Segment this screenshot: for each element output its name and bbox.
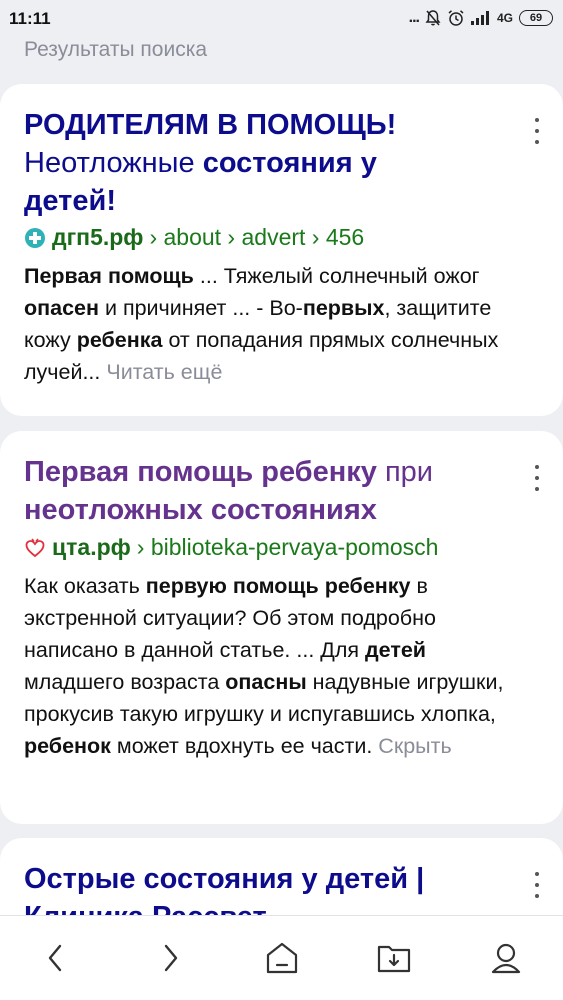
- read-more-link[interactable]: Читать ещё: [106, 360, 222, 384]
- network-type: 4G: [496, 11, 513, 25]
- downloads-folder-icon: [377, 945, 411, 973]
- bottom-navigation: [0, 915, 563, 1000]
- snippet-text: может вдохнуть ее части.: [110, 734, 379, 758]
- search-results-header: Результаты поиска: [24, 38, 208, 61]
- result-title-link[interactable]: Первая помощь ребенку при неотложных сос…: [24, 453, 484, 529]
- alarm-icon: [448, 10, 464, 26]
- snippet-highlight: Первая помощь: [24, 264, 194, 288]
- snippet-highlight: первых: [302, 296, 385, 320]
- result-snippet: Как оказать первую помощь ребенку в экст…: [24, 570, 524, 762]
- snippet-highlight: опасны: [225, 670, 307, 694]
- more-options-icon[interactable]: [533, 465, 541, 491]
- status-icons: ... 4G 69: [409, 8, 553, 28]
- result-title-link[interactable]: РОДИТЕЛЯМ В ПОМОЩЬ! Неотложные состояния…: [24, 106, 484, 220]
- status-bar: 11:11 ... 4G 69: [0, 0, 563, 38]
- search-result-card: Первая помощь ребенку при неотложных сос…: [0, 431, 563, 824]
- snippet-text: младшего возраста: [24, 670, 226, 694]
- heart-icon: [25, 538, 45, 557]
- snippet-highlight: первую помощь ребенку: [145, 574, 411, 598]
- result-url[interactable]: дгп5.рф › about › advert › 456: [24, 224, 364, 251]
- status-time: 11:11: [9, 9, 51, 28]
- medical-cross-icon: [25, 227, 45, 248]
- result-snippet: Первая помощь ... Тяжелый солнечный ожог…: [24, 260, 524, 388]
- more-options-icon[interactable]: [533, 118, 541, 144]
- result-title-line: Первая помощь ребенку: [24, 456, 385, 488]
- hide-link[interactable]: Скрыть: [378, 734, 451, 758]
- snippet-highlight: ребенок: [24, 734, 111, 758]
- notification-dots: ...: [408, 9, 420, 26]
- result-path: › about › advert › 456: [149, 224, 365, 250]
- back-arrow-icon: [48, 944, 62, 972]
- snippet-text: Как оказать: [24, 574, 146, 598]
- result-title-line: при: [384, 456, 433, 488]
- snippet-highlight: опасен: [24, 296, 99, 320]
- result-title-line: Неотложные: [24, 147, 203, 179]
- search-result-card: РОДИТЕЛЯМ В ПОМОЩЬ! Неотложные состояния…: [0, 84, 563, 416]
- result-title-line: Острые состояния у детей |: [24, 863, 425, 895]
- result-title-line: РОДИТЕЛЯМ В ПОМОЩЬ!: [24, 109, 397, 141]
- result-title-line: состояния у: [202, 147, 377, 179]
- battery-icon: 69: [519, 10, 553, 26]
- forward-arrow-icon: [164, 944, 178, 972]
- home-button[interactable]: [262, 938, 302, 978]
- snippet-highlight: детей: [365, 638, 427, 662]
- result-title-line: детей!: [24, 185, 116, 217]
- result-path: › biblioteka-pervaya-pomosch: [136, 534, 439, 560]
- profile-icon: [491, 943, 521, 974]
- forward-button[interactable]: [150, 938, 190, 978]
- result-title-line: неотложных состояниях: [24, 494, 377, 526]
- result-url[interactable]: цта.рф › biblioteka-pervaya-pomosch: [24, 534, 438, 561]
- snippet-text: и причиняет ... - Во-: [98, 296, 303, 320]
- downloads-button[interactable]: [374, 938, 414, 978]
- profile-button[interactable]: [486, 938, 526, 978]
- result-domain: цта.рф: [52, 534, 131, 560]
- more-options-icon[interactable]: [533, 872, 541, 898]
- snippet-text: ... Тяжелый солнечный ожог: [193, 264, 480, 288]
- bell-muted-icon: [425, 10, 441, 26]
- signal-icon: [470, 11, 489, 25]
- home-icon: [266, 942, 298, 974]
- result-domain: дгп5.рф: [52, 224, 144, 250]
- back-button[interactable]: [36, 938, 76, 978]
- snippet-highlight: ребенка: [76, 328, 163, 352]
- battery-level: 69: [529, 12, 543, 24]
